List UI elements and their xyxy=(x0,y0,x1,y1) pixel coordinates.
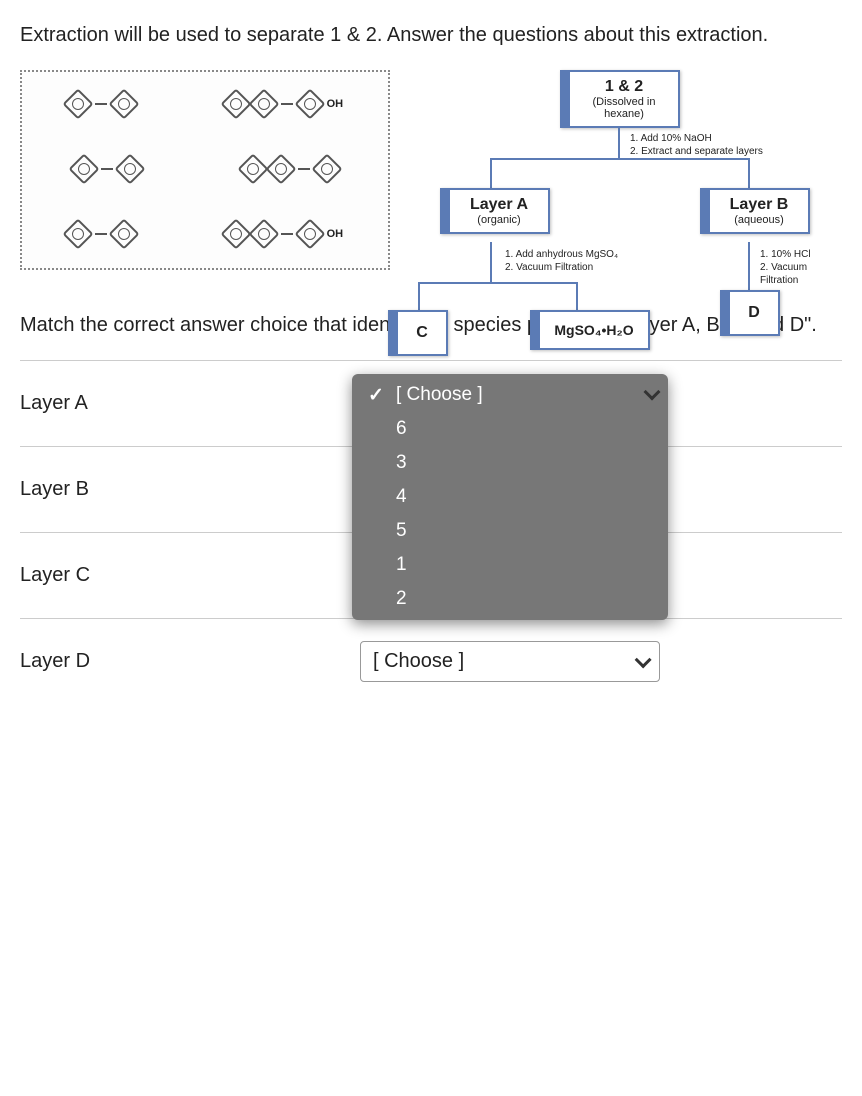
chevron-down-icon xyxy=(635,651,652,668)
option-1[interactable]: 1 xyxy=(352,548,668,582)
row-layer-d: Layer D [ Choose ] xyxy=(20,619,842,704)
c-box: C xyxy=(388,310,448,356)
dropdown-open[interactable]: [ Choose ] 6 3 4 5 1 2 xyxy=(352,374,668,620)
molecule-5 xyxy=(67,223,135,245)
intro-text: Extraction will be used to separate 1 & … xyxy=(20,20,842,50)
molecule-4 xyxy=(242,158,338,180)
label-layer-a: Layer A xyxy=(20,392,360,415)
flow-top-title: 1 & 2 xyxy=(605,78,643,95)
layer-a-box: Layer A (organic) xyxy=(440,188,550,234)
mgso4-box: MgSO₄•H₂O xyxy=(530,310,650,350)
option-choose[interactable]: [ Choose ] xyxy=(352,378,668,412)
figure-area: OH OH 1 & 2 (Dissolved in hexane) 1. Add… xyxy=(20,70,842,270)
option-2[interactable]: 2 xyxy=(352,582,668,616)
step-a-text: 1. Add anhydrous MgSO₄2. Vacuum Filtrati… xyxy=(505,248,618,274)
molecule-2: OH xyxy=(225,93,344,115)
molecule-6: OH xyxy=(225,223,344,245)
molecule-box: OH OH xyxy=(20,70,390,270)
option-5[interactable]: 5 xyxy=(352,514,668,548)
molecule-1 xyxy=(67,93,135,115)
layer-b-box: Layer B (aqueous) xyxy=(700,188,810,234)
option-4[interactable]: 4 xyxy=(352,480,668,514)
label-layer-b: Layer B xyxy=(20,478,360,501)
flow-top-sub: (Dissolved in hexane) xyxy=(580,96,668,120)
flow-top-box: 1 & 2 (Dissolved in hexane) xyxy=(560,70,680,128)
option-6[interactable]: 6 xyxy=(352,412,668,446)
select-layer-d[interactable]: [ Choose ] xyxy=(360,641,660,682)
step1-text: 1. Add 10% NaOH2. Extract and separate l… xyxy=(630,132,763,158)
step-b-text: 1. 10% HCl2. Vacuum Filtration xyxy=(760,248,842,287)
flow-chart: 1 & 2 (Dissolved in hexane) 1. Add 10% N… xyxy=(410,70,842,270)
label-layer-c: Layer C xyxy=(20,564,360,587)
option-3[interactable]: 3 xyxy=(352,446,668,480)
d-box: D xyxy=(720,290,780,336)
label-layer-d: Layer D xyxy=(20,650,360,673)
molecule-3 xyxy=(73,158,141,180)
match-block: Layer A [ Choose ] Layer B [ Choose ] La… xyxy=(20,360,842,704)
